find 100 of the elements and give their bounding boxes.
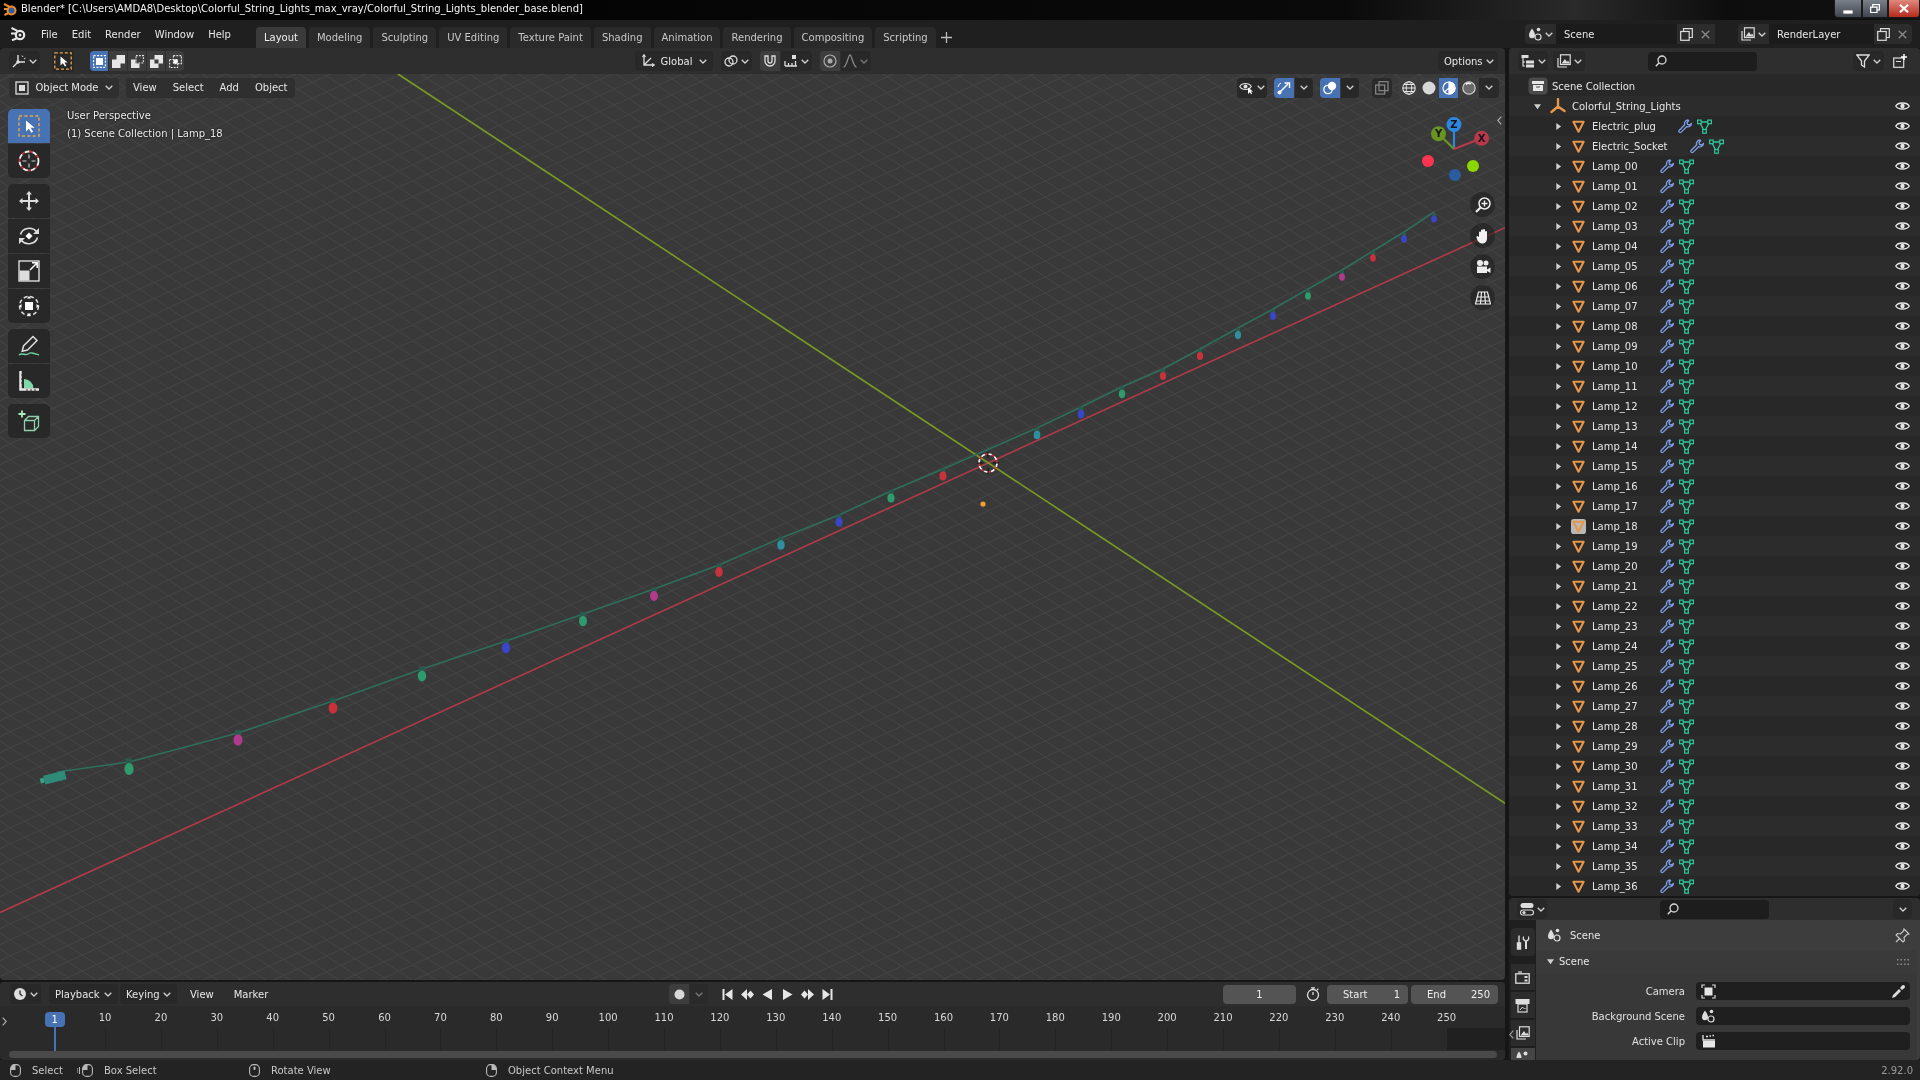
disclosure-triangle-icon[interactable]	[1555, 282, 1562, 290]
header-menu[interactable]: View	[183, 984, 221, 1004]
selection-mode-button[interactable]	[128, 51, 146, 71]
triangle-vertices-icon[interactable]	[1696, 118, 1712, 134]
eye-icon[interactable]	[1895, 161, 1910, 171]
eye-icon[interactable]	[1895, 861, 1910, 871]
header-menu[interactable]: Select	[165, 77, 211, 98]
eye-icon[interactable]	[1895, 781, 1910, 791]
filter-view-dropdown[interactable]	[1553, 51, 1585, 71]
wrench-icon[interactable]	[1659, 758, 1675, 774]
selection-mode-button[interactable]	[109, 51, 127, 71]
menu-item[interactable]: Render	[98, 24, 148, 44]
eyedropper-icon[interactable]	[1891, 983, 1906, 999]
gizmo-options-dropdown[interactable]	[1295, 77, 1313, 98]
disclosure-triangle-icon[interactable]	[1555, 142, 1562, 150]
eye-icon[interactable]	[1895, 741, 1910, 751]
wrench-icon[interactable]	[1659, 538, 1675, 554]
outliner-row[interactable]: Lamp_25	[1509, 656, 1920, 676]
outliner-row[interactable]: Lamp_23	[1509, 616, 1920, 636]
overlays-toggle[interactable]	[1320, 77, 1340, 98]
sidebar-toggle-icon[interactable]	[1497, 116, 1502, 125]
interaction-mode-dropdown[interactable]: Object Mode	[9, 77, 119, 98]
eye-icon[interactable]	[1895, 441, 1910, 451]
wrench-icon[interactable]	[1659, 258, 1675, 274]
disclosure-triangle-icon[interactable]	[1555, 182, 1562, 190]
options-dropdown[interactable]	[1893, 899, 1912, 919]
workspace-tab[interactable]: Texture Paint	[510, 27, 591, 48]
delete-view-layer-button[interactable]	[1893, 24, 1912, 44]
eye-icon[interactable]	[1895, 481, 1910, 491]
wrench-icon[interactable]	[1659, 598, 1675, 614]
triangle-vertices-icon[interactable]	[1678, 878, 1694, 894]
wrench-icon[interactable]	[1659, 418, 1675, 434]
eye-icon[interactable]	[1895, 621, 1910, 631]
disclosure-triangle-icon[interactable]	[1555, 322, 1562, 330]
data-field[interactable]	[1696, 982, 1910, 1000]
eye-icon[interactable]	[1895, 701, 1910, 711]
camera-view-button[interactable]	[1470, 254, 1495, 279]
eye-icon[interactable]	[1895, 461, 1910, 471]
wrench-icon[interactable]	[1659, 878, 1675, 894]
disclosure-triangle-icon[interactable]	[1555, 722, 1562, 730]
eye-icon[interactable]	[1895, 881, 1910, 891]
outliner-row[interactable]: Colorful_String_Lights	[1509, 96, 1920, 116]
view-layer-name-field[interactable]: RenderLayer	[1769, 24, 1874, 44]
menu-item[interactable]: Edit	[64, 24, 99, 44]
negative-y-axis-handle[interactable]	[1467, 160, 1479, 172]
properties-tab[interactable]	[1510, 928, 1535, 956]
filter-dropdown[interactable]	[1853, 51, 1884, 71]
eye-icon[interactable]	[1895, 661, 1910, 671]
disclosure-triangle-icon[interactable]	[1555, 822, 1562, 830]
search-field[interactable]	[1660, 899, 1769, 919]
visibility-dropdown[interactable]	[1237, 77, 1267, 98]
triangle-vertices-icon[interactable]	[1678, 158, 1694, 174]
new-scene-button[interactable]	[1677, 24, 1696, 44]
wrench-icon[interactable]	[1659, 678, 1675, 694]
outliner-row[interactable]: Lamp_01	[1509, 176, 1920, 196]
eye-icon[interactable]	[1895, 321, 1910, 331]
header-menu[interactable]: Add	[212, 77, 246, 98]
disclosure-triangle-icon[interactable]	[1555, 262, 1562, 270]
shading-mode-button[interactable]	[1459, 77, 1478, 98]
triangle-vertices-icon[interactable]	[1678, 258, 1694, 274]
workspace-tab[interactable]: Modeling	[308, 27, 371, 48]
wrench-icon[interactable]	[1659, 858, 1675, 874]
outliner-row[interactable]: Lamp_05	[1509, 256, 1920, 276]
ortho-toggle-button[interactable]	[1470, 285, 1495, 310]
properties-tab[interactable]	[1510, 992, 1535, 1018]
disclosure-triangle-icon[interactable]	[1555, 702, 1562, 710]
disclosure-triangle-icon[interactable]	[1555, 482, 1562, 490]
wrench-icon[interactable]	[1659, 738, 1675, 754]
triangle-vertices-icon[interactable]	[1678, 398, 1694, 414]
selection-mode-button[interactable]	[90, 51, 108, 71]
disclosure-triangle-icon[interactable]	[1555, 342, 1562, 350]
overlays-options-dropdown[interactable]	[1341, 77, 1359, 98]
eye-icon[interactable]	[1895, 341, 1910, 351]
triangle-vertices-icon[interactable]	[1678, 478, 1694, 494]
eye-icon[interactable]	[1895, 121, 1910, 131]
transform-orientation-dropdown[interactable]: Global	[634, 51, 713, 71]
chevron-right-icon[interactable]	[2, 1017, 7, 1026]
wrench-icon[interactable]	[1659, 518, 1675, 534]
preview-range-toggle[interactable]	[1304, 984, 1322, 1004]
wrench-icon[interactable]	[1659, 218, 1675, 234]
outliner-row[interactable]: Lamp_09	[1509, 336, 1920, 356]
close-button[interactable]	[1888, 0, 1920, 18]
triangle-vertices-icon[interactable]	[1708, 138, 1724, 154]
triangle-vertices-icon[interactable]	[1678, 458, 1694, 474]
editor-type-button[interactable]	[10, 984, 41, 1004]
outliner-row[interactable]: Lamp_07	[1509, 296, 1920, 316]
wrench-icon[interactable]	[1659, 818, 1675, 834]
triangle-vertices-icon[interactable]	[1678, 218, 1694, 234]
playhead[interactable]: 1	[44, 1012, 65, 1027]
workspace-tab[interactable]: Scripting	[875, 27, 936, 48]
display-mode-dropdown[interactable]	[1518, 51, 1548, 71]
disclosure-triangle-icon[interactable]	[1555, 502, 1562, 510]
selection-mode-button[interactable]	[147, 51, 165, 71]
header-menu[interactable]: View	[126, 77, 164, 98]
wrench-icon[interactable]	[1659, 798, 1675, 814]
disclosure-triangle-icon[interactable]	[1555, 842, 1562, 850]
eye-icon[interactable]	[1895, 361, 1910, 371]
eye-icon[interactable]	[1895, 821, 1910, 831]
eye-icon[interactable]	[1895, 261, 1910, 271]
xray-toggle[interactable]	[1372, 77, 1392, 98]
